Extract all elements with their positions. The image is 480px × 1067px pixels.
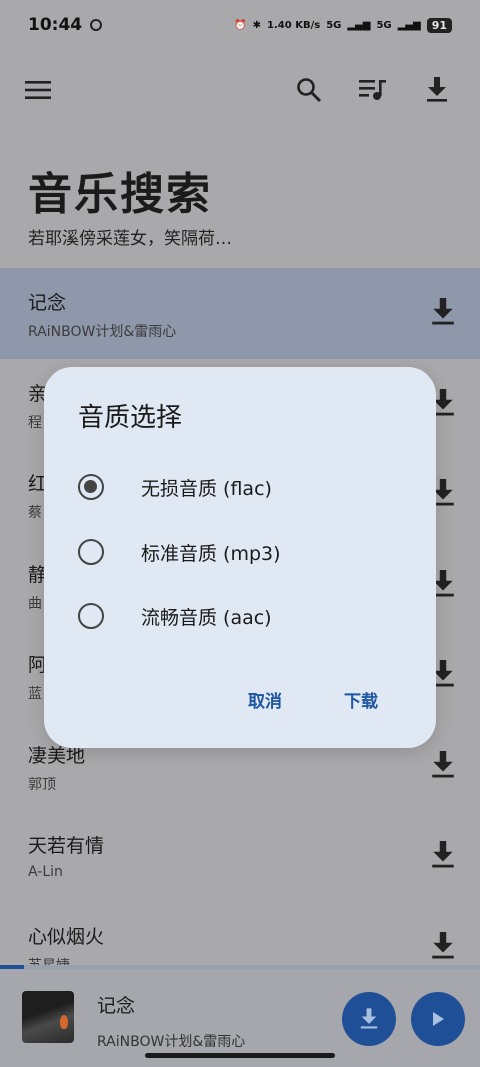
song-name: 记念	[28, 292, 67, 314]
download-icon[interactable]	[430, 750, 456, 779]
play-icon	[433, 1012, 444, 1026]
status-time: 10:44	[28, 15, 83, 35]
search-icon[interactable]	[293, 74, 325, 106]
signal-icon-2: ▂▄▆	[397, 19, 421, 31]
quality-dialog: 音质选择 无损音质 (flac) 标准音质 (mp3) 流畅音质 (aac) 取…	[44, 367, 436, 748]
download-icon[interactable]	[421, 74, 453, 106]
song-name: 心似烟火	[28, 925, 105, 948]
song-name: 天若有情	[28, 835, 105, 857]
option-label: 流畅音质 (aac)	[141, 606, 272, 629]
bluetooth-icon: ✱	[252, 19, 262, 31]
download-icon[interactable]	[430, 841, 456, 869]
status-bar: 10:44 ⏰ ✱ 1.40 KB/s 5G ▂▄▆ 5G ▂▄▆ 91	[0, 0, 480, 50]
page-subtitle: 若耶溪傍采莲女，笑隔荷…	[28, 229, 232, 249]
net-speed: 1.40 KB/s	[267, 19, 321, 31]
option-aac[interactable]: 流畅音质 (aac)	[78, 596, 408, 636]
download-button[interactable]: 下载	[344, 687, 378, 712]
dialog-title: 音质选择	[78, 403, 183, 433]
queue-music-icon[interactable]	[357, 74, 389, 106]
song-artist: RAiNBOW计划&雷雨心	[28, 324, 177, 340]
download-icon[interactable]	[430, 298, 456, 326]
status-app-icon	[90, 19, 103, 31]
option-mp3[interactable]: 标准音质 (mp3)	[78, 532, 408, 572]
radio-button[interactable]	[78, 474, 104, 500]
status-right-group: ⏰ ✱ 1.40 KB/s 5G ▂▄▆ 5G ▂▄▆ 91	[234, 17, 452, 33]
song-row[interactable]: 天若有情 A-Lin	[0, 811, 480, 902]
player-song-name: 记念	[97, 995, 136, 1017]
download-icon	[360, 1008, 378, 1029]
network-type-2: 5G	[376, 19, 392, 31]
signal-icon: ▂▄▆	[347, 19, 371, 31]
radio-button[interactable]	[78, 539, 104, 565]
player-download-button[interactable]	[342, 992, 396, 1046]
album-cover	[22, 991, 74, 1043]
cancel-button[interactable]: 取消	[248, 687, 282, 712]
song-artist: A-Lin	[28, 864, 63, 880]
download-icon[interactable]	[430, 931, 456, 960]
song-artist: 郭顶	[28, 776, 56, 793]
player-song-artist: RAiNBOW计划&雷雨心	[97, 1034, 246, 1050]
song-row[interactable]: 记念 RAiNBOW计划&雷雨心	[0, 268, 480, 359]
option-label: 无损音质 (flac)	[141, 477, 272, 500]
radio-button[interactable]	[78, 603, 104, 629]
menu-icon[interactable]	[22, 74, 54, 106]
network-type: 5G	[326, 19, 342, 31]
option-label: 标准音质 (mp3)	[141, 542, 281, 565]
alarm-icon: ⏰	[234, 19, 247, 31]
battery-indicator: 91	[426, 17, 452, 33]
option-flac[interactable]: 无损音质 (flac)	[78, 467, 408, 507]
page-title: 音乐搜索	[28, 169, 212, 220]
app-bar	[0, 62, 480, 118]
home-indicator[interactable]	[145, 1053, 335, 1058]
play-button[interactable]	[411, 992, 465, 1046]
